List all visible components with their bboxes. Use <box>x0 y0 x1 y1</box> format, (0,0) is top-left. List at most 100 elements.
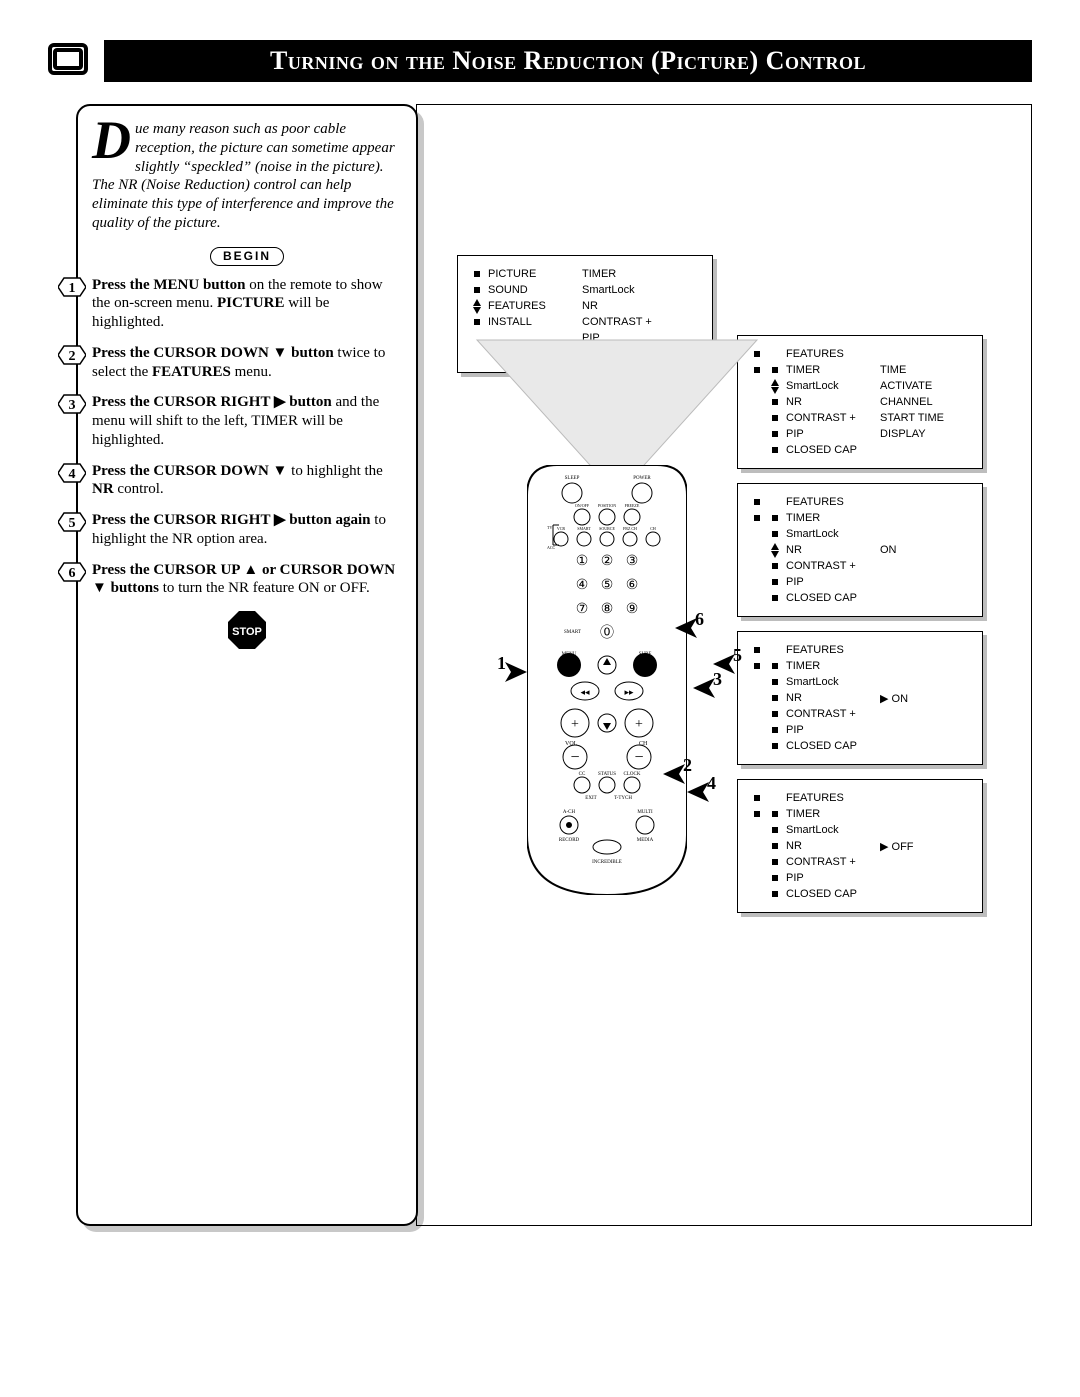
step-text: Press the MENU button on the remote to s… <box>92 276 402 332</box>
step-marker: 5 <box>58 511 86 533</box>
lead-paragraph: Due many reason such as poor cable recep… <box>92 120 402 233</box>
svg-text:CLOCK: CLOCK <box>624 772 641 777</box>
osd-label: PIP <box>786 428 876 440</box>
step-marker: 6 <box>58 561 86 583</box>
svg-text:RECORD: RECORD <box>559 838 580 843</box>
osd-row: PIP <box>750 870 970 886</box>
osd-value: PIP <box>582 332 600 344</box>
svg-text:SMART: SMART <box>577 526 591 531</box>
osd-row: CLOSED CAP <box>750 886 970 902</box>
svg-text:③: ③ <box>626 552 639 568</box>
osd-row: PIP DISPLAY <box>750 426 970 442</box>
callout-number: 6 <box>695 609 704 630</box>
instruction-card: Due many reason such as poor cable recep… <box>76 104 418 1226</box>
osd-row: NR ▶ OFF <box>750 838 970 854</box>
svg-text:A-CH: A-CH <box>563 810 576 815</box>
svg-text:▸▸: ▸▸ <box>624 687 634 697</box>
svg-text:◂◂: ◂◂ <box>580 687 590 697</box>
osd-value: SmartLock <box>582 284 635 296</box>
osd-row: TIMER <box>750 510 970 526</box>
svg-text:SLEEP: SLEEP <box>565 476 580 481</box>
svg-text:INCREDIBLE: INCREDIBLE <box>592 860 622 865</box>
remote-svg: SLEEP POWER ON/OFF POSITION FREEZE VCR S… <box>527 465 687 895</box>
osd-label: SmartLock <box>786 528 876 540</box>
step-text: Press the CURSOR DOWN ▼ to highlight the… <box>92 462 402 500</box>
tv-icon <box>48 43 88 79</box>
osd-panel: FEATURES TIMER SmartLock NR ▶ ON CONTRAS… <box>737 631 983 765</box>
osd-value: ACTIVATE <box>880 380 950 392</box>
osd-row: TIMER TIME <box>750 362 970 378</box>
osd-row: FEATURES <box>750 494 970 510</box>
osd-row: TIMER <box>750 658 970 674</box>
svg-text:EXIT: EXIT <box>585 796 596 801</box>
osd-label: NR <box>786 544 876 556</box>
callout-number: 2 <box>683 755 692 776</box>
callout-number: 1 <box>497 653 506 674</box>
osd-row: NR ▶ ON <box>750 690 970 706</box>
step: 4Press the CURSOR DOWN ▼ to highlight th… <box>92 462 402 500</box>
content-row: Due many reason such as poor cable recep… <box>48 104 1032 1226</box>
callout-number: 5 <box>733 645 742 666</box>
osd-row: CONTRAST + <box>750 558 970 574</box>
osd-row: CLOSED CAP <box>750 738 970 754</box>
remote-control: SLEEP POWER ON/OFF POSITION FREEZE VCR S… <box>527 465 687 900</box>
title-row: Turning on the Noise Reduction (Picture)… <box>48 40 1032 82</box>
svg-text:−: − <box>634 749 643 766</box>
osd-label: TIMER <box>786 808 876 820</box>
osd-value: START TIME <box>880 412 950 424</box>
osd-label: FEATURES <box>786 644 876 656</box>
osd-row: TIMER <box>750 806 970 822</box>
step-marker: 2 <box>58 344 86 366</box>
osd-value: ▶ ON <box>880 692 950 705</box>
osd-value: NR <box>582 300 598 312</box>
osd-row: SOUND SmartLock <box>470 282 700 298</box>
osd-row: PIP <box>750 722 970 738</box>
svg-text:4: 4 <box>69 467 76 482</box>
osd-label: FEATURES <box>786 496 876 508</box>
svg-text:STOP: STOP <box>232 626 262 638</box>
step-text: Press the CURSOR RIGHT ▶ button and the … <box>92 393 402 449</box>
callout-number: 3 <box>713 669 722 690</box>
svg-text:⑥: ⑥ <box>626 576 639 592</box>
svg-text:④: ④ <box>576 576 589 592</box>
osd-label: INSTALL <box>488 316 578 328</box>
svg-text:3: 3 <box>69 398 76 413</box>
osd-row: FEATURES <box>750 790 970 806</box>
svg-text:T-TYCH: T-TYCH <box>614 796 632 801</box>
svg-text:SMART: SMART <box>564 630 581 635</box>
osd-row: CONTRAST + START TIME <box>750 410 970 426</box>
svg-text:MULTI: MULTI <box>637 810 653 815</box>
osd-row: FEATURES <box>750 346 970 362</box>
osd-panel: FEATURES TIMER SmartLock NR ON CONTRAST … <box>737 483 983 617</box>
svg-text:ACC: ACC <box>547 545 556 550</box>
osd-label: CLOSED CAP <box>786 592 876 604</box>
step: 3Press the CURSOR RIGHT ▶ button and the… <box>92 393 402 449</box>
step: 5Press the CURSOR RIGHT ▶ button again t… <box>92 511 402 549</box>
osd-label: FEATURES <box>786 348 876 360</box>
osd-label: PIP <box>786 724 876 736</box>
osd-value: ON <box>880 544 950 556</box>
osd-label: CLOSED CAP <box>786 740 876 752</box>
svg-text:⑦: ⑦ <box>576 600 589 616</box>
osd-label: NR <box>786 840 876 852</box>
osd-label: PIP <box>786 872 876 884</box>
osd-label: PICTURE <box>488 268 578 280</box>
svg-text:POWER: POWER <box>633 476 651 481</box>
osd-row: FEATURES <box>750 642 970 658</box>
page-title: Turning on the Noise Reduction (Picture)… <box>104 40 1032 82</box>
osd-panel: FEATURES TIMER TIME SmartLock ACTIVATE N… <box>737 335 983 469</box>
osd-row: SmartLock <box>750 674 970 690</box>
osd-row: SmartLock <box>750 822 970 838</box>
illustration-panel: PICTURE TIMER SOUND SmartLock FEATURES N… <box>416 104 1032 1226</box>
osd-label: SmartLock <box>786 676 876 688</box>
osd-row: SmartLock ACTIVATE <box>750 378 970 394</box>
osd-row: CONTRAST + <box>750 706 970 722</box>
osd-row: NR CHANNEL <box>750 394 970 410</box>
osd-label: NR <box>786 396 876 408</box>
svg-text:SOURCE: SOURCE <box>599 526 615 531</box>
osd-label: SmartLock <box>786 824 876 836</box>
begin-pill: BEGIN <box>210 247 284 266</box>
step-marker: 1 <box>58 276 86 298</box>
svg-text:MENU: MENU <box>562 652 577 657</box>
svg-text:1: 1 <box>69 281 76 296</box>
